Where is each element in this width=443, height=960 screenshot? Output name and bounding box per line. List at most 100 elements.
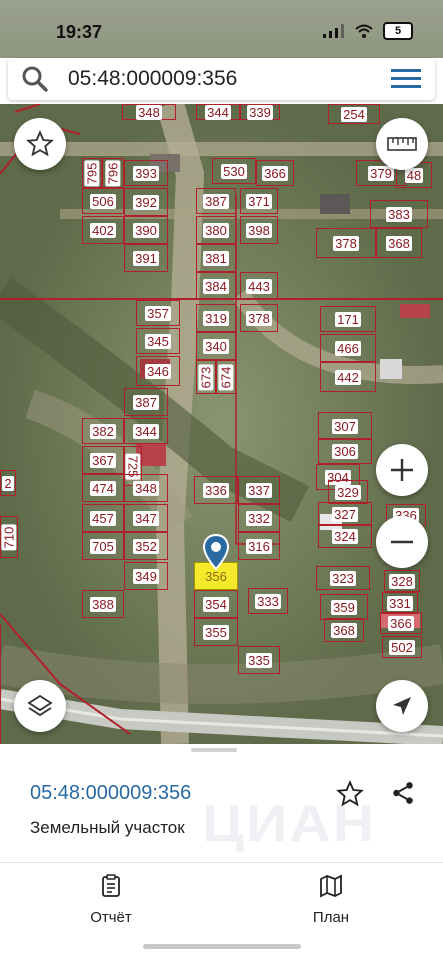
status-time: 19:37 [56,22,103,42]
parcel[interactable]: 674 [216,360,236,394]
parcel[interactable]: 387 [124,388,168,416]
location-pin-icon [203,534,229,570]
parcel[interactable]: 368 [376,228,422,258]
parcel[interactable]: 466 [320,334,376,362]
parcel[interactable]: 398 [240,216,278,244]
parcel[interactable]: 366 [380,612,422,634]
parcel[interactable]: 710 [0,516,18,558]
zoom-out-button[interactable] [376,516,428,568]
menu-icon[interactable] [391,68,421,90]
zoom-in-button[interactable] [376,444,428,496]
parcel[interactable]: 306 [318,438,372,464]
parcel[interactable]: 348 [124,474,168,502]
parcel[interactable]: 442 [320,362,376,392]
sheet-drag-handle[interactable] [191,748,237,752]
map-plan-icon [320,874,342,898]
parcel[interactable]: 354 [194,590,238,618]
parcel[interactable]: 329 [328,480,368,504]
my-location-button[interactable] [376,680,428,732]
parcel-type: Земельный участок [30,818,185,837]
parcel[interactable]: 171 [320,306,376,332]
status-bar: 19:37 5 [0,0,443,58]
ruler-button[interactable] [376,118,428,170]
parcel[interactable]: 381 [196,244,236,272]
parcel[interactable]: 335 [238,646,280,674]
parcel[interactable]: 367 [82,446,124,474]
parcel[interactable]: 352 [124,532,168,560]
parcel[interactable]: 344 [124,418,168,444]
parcel[interactable]: 371 [240,188,278,214]
parcel[interactable]: 324 [318,524,372,548]
parcel[interactable]: 443 [240,272,278,300]
parcel[interactable]: 327 [318,502,372,526]
star-icon[interactable] [336,780,364,808]
parcel[interactable]: 502 [382,636,422,658]
parcel[interactable]: 307 [318,412,372,440]
parcel[interactable]: 383 [370,200,428,228]
parcel[interactable]: 328 [384,570,420,592]
parcel[interactable]: 393 [124,160,168,186]
parcel[interactable]: 357 [136,300,180,326]
parcel[interactable]: 378 [240,304,278,332]
parcel[interactable]: 705 [82,532,124,560]
ruler-icon [387,137,417,151]
parcel[interactable]: 506 [82,188,124,214]
parcel[interactable]: 380 [196,216,236,244]
search-input[interactable]: 05:48:000009:356 [68,67,237,91]
parcel[interactable]: 337 [238,476,280,504]
parcel[interactable]: 254 [328,104,380,124]
parcel[interactable]: 384 [196,272,236,300]
parcel[interactable]: 347 [124,504,168,532]
parcel[interactable]: 378 [316,228,376,258]
favorite-map-button[interactable] [14,118,66,170]
parcel[interactable]: 331 [382,592,418,614]
parcel[interactable]: 2 [0,470,16,496]
home-indicator [143,944,301,949]
parcel[interactable]: 474 [82,474,124,502]
parcel[interactable]: 390 [124,216,168,244]
parcel[interactable]: 316 [238,532,280,560]
parcel[interactable]: 366 [256,160,294,186]
parcel[interactable]: 359 [320,594,368,620]
report-tab-label: Отчёт [90,909,132,926]
parcel[interactable]: 392 [124,188,168,216]
parcel[interactable]: 336 [194,476,238,504]
parcel[interactable]: 388 [82,590,124,618]
parcel-info-sheet[interactable]: ЦИАН 05:48:000009:356 Земельный участок … [0,744,443,960]
parcel[interactable]: 457 [82,504,124,532]
parcel[interactable]: 323 [316,566,370,590]
cadastral-map[interactable]: 348 344 339 254 795 796 393 530 366 379 … [0,104,443,744]
parcel[interactable]: 387 [196,188,236,214]
parcel[interactable]: 345 [136,328,180,354]
search-icon[interactable] [22,66,48,92]
parcel[interactable]: 530 [212,158,256,184]
plan-tab[interactable]: План [281,874,381,926]
navigation-arrow-icon [393,697,411,715]
parcel[interactable]: 346 [136,356,180,386]
report-tab[interactable]: Отчёт [61,874,161,926]
parcel[interactable]: 391 [124,244,168,272]
parcel[interactable]: 340 [196,332,236,360]
parcel[interactable]: 382 [82,418,124,444]
search-bar[interactable]: 05:48:000009:356 [8,58,435,100]
parcel[interactable]: 368 [324,618,364,642]
parcel[interactable]: 402 [82,216,124,244]
parcel[interactable]: 339 [240,104,280,120]
parcel[interactable]: 344 [196,104,240,120]
parcel[interactable]: 795 [82,158,102,188]
layers-button[interactable] [14,680,66,732]
parcel[interactable]: 319 [196,304,236,332]
cadastral-number: 05:48:000009:356 [30,782,192,804]
parcel[interactable]: 796 [102,158,124,188]
parcel[interactable]: 332 [238,504,280,532]
plan-tab-label: План [312,909,350,926]
share-icon[interactable] [390,780,416,806]
parcel[interactable]: 348 [122,104,176,120]
parcel[interactable]: 673 [196,360,216,394]
parcel[interactable]: 349 [124,562,168,590]
layers-icon [27,694,53,717]
parcel[interactable]: 333 [248,588,288,614]
parcel[interactable]: 355 [194,618,238,646]
battery-indicator: 5 [383,22,413,40]
plus-icon [391,459,413,481]
